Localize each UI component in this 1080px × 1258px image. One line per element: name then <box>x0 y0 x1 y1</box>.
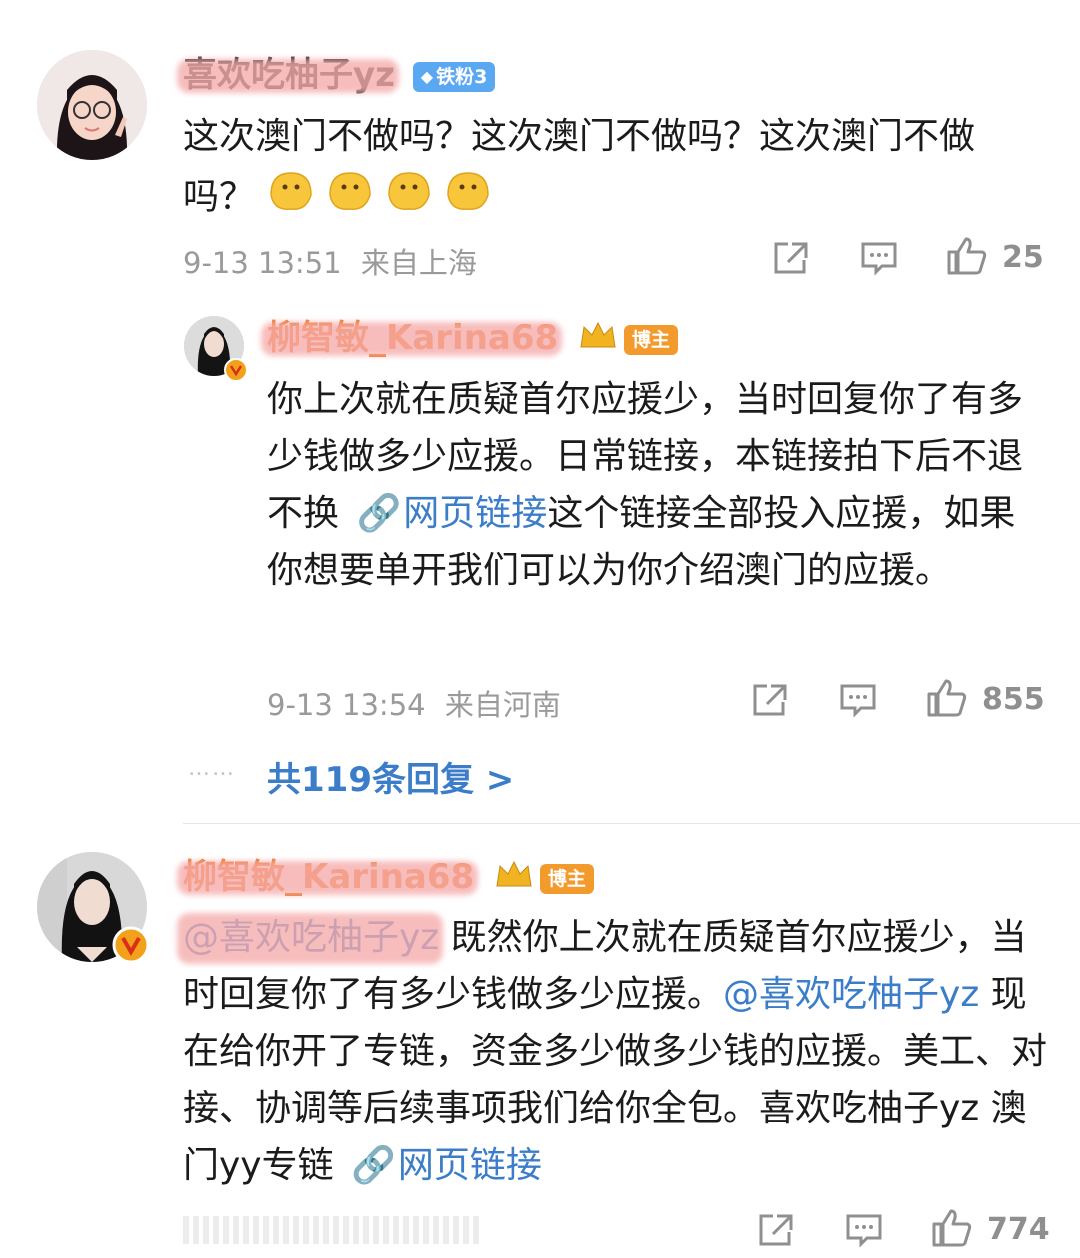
comment-icon[interactable] <box>839 682 877 722</box>
verified-icon <box>224 358 248 386</box>
timestamp: 9-13 13:54 <box>267 688 426 722</box>
comment-text: 这次澳门不做吗？这次澳门不做吗？这次澳门不做吗？ <box>183 108 1043 232</box>
crown-icon <box>578 319 618 360</box>
web-link[interactable]: 🔗网页链接 <box>345 1145 542 1186</box>
divider <box>183 823 1080 824</box>
diamond-icon: ◆ <box>420 66 434 86</box>
like-icon[interactable] <box>926 678 968 722</box>
like-icon[interactable] <box>931 1208 973 1252</box>
comment-icon[interactable] <box>845 1212 883 1252</box>
username-text[interactable]: 柳智敏_Karina68 <box>183 857 474 897</box>
like-count: 774 <box>987 1212 1050 1247</box>
share-icon[interactable] <box>751 682 789 722</box>
like-count: 855 <box>982 682 1045 717</box>
link-label[interactable]: 网页链接 <box>403 493 547 534</box>
link-icon: 🔗 <box>356 493 402 534</box>
location: 来自上海 <box>360 246 477 280</box>
location: 来自河南 <box>444 688 561 722</box>
share-icon[interactable] <box>757 1212 795 1252</box>
username-text[interactable]: 柳智敏_Karina68 <box>267 318 558 358</box>
reply-text: 你上次就在质疑首尔应援少，当时回复你了有多少钱做多少应援。日常链接，本链接拍下后… <box>267 371 1049 599</box>
comment-username[interactable]: 喜欢吃柚子yz ◆ 铁粉3 <box>183 55 496 95</box>
fan-badge-label: 铁粉3 <box>436 65 488 88</box>
mention-link[interactable]: @喜欢吃柚子yz <box>183 909 439 966</box>
blogger-badge[interactable]: 博主 <box>623 324 678 355</box>
emoji-icon <box>266 165 502 232</box>
username-text[interactable]: 喜欢吃柚子yz <box>183 55 395 95</box>
link-icon: 🔗 <box>351 1145 396 1186</box>
comment-text: @喜欢吃柚子yz 既然你上次就在质疑首尔应援少，当时回复你了有多少钱做多少应援。… <box>183 909 1049 1194</box>
share-icon[interactable] <box>772 240 810 280</box>
fan-badge[interactable]: ◆ 铁粉3 <box>412 61 496 92</box>
link-label[interactable]: 网页链接 <box>398 1145 542 1186</box>
comment-meta: 9-13 13:51 来自上海 <box>183 240 477 282</box>
timestamp: 9-13 13:51 <box>183 246 342 280</box>
verified-icon <box>112 926 150 968</box>
comment-username[interactable]: 柳智敏_Karina68 博主 <box>183 857 594 899</box>
blogger-badge-label: 博主 <box>631 328 670 351</box>
reply-username[interactable]: 柳智敏_Karina68 博主 <box>267 318 678 360</box>
web-link[interactable]: 🔗网页链接 <box>350 493 547 534</box>
reply-meta: 9-13 13:54 来自河南 <box>267 682 561 724</box>
blogger-badge-label: 博主 <box>547 867 586 890</box>
crown-icon <box>494 858 534 899</box>
mention-link[interactable]: @喜欢吃柚子yz <box>723 974 979 1015</box>
more-replies-link[interactable]: 共119条回复 > <box>267 752 514 801</box>
comment-icon[interactable] <box>860 240 898 280</box>
blogger-badge[interactable]: 博主 <box>539 863 594 894</box>
meta-obscured <box>183 1216 483 1244</box>
like-count: 25 <box>1002 240 1044 275</box>
dots-divider: …… <box>188 756 236 781</box>
like-icon[interactable] <box>946 236 988 280</box>
avatar[interactable] <box>37 50 147 160</box>
